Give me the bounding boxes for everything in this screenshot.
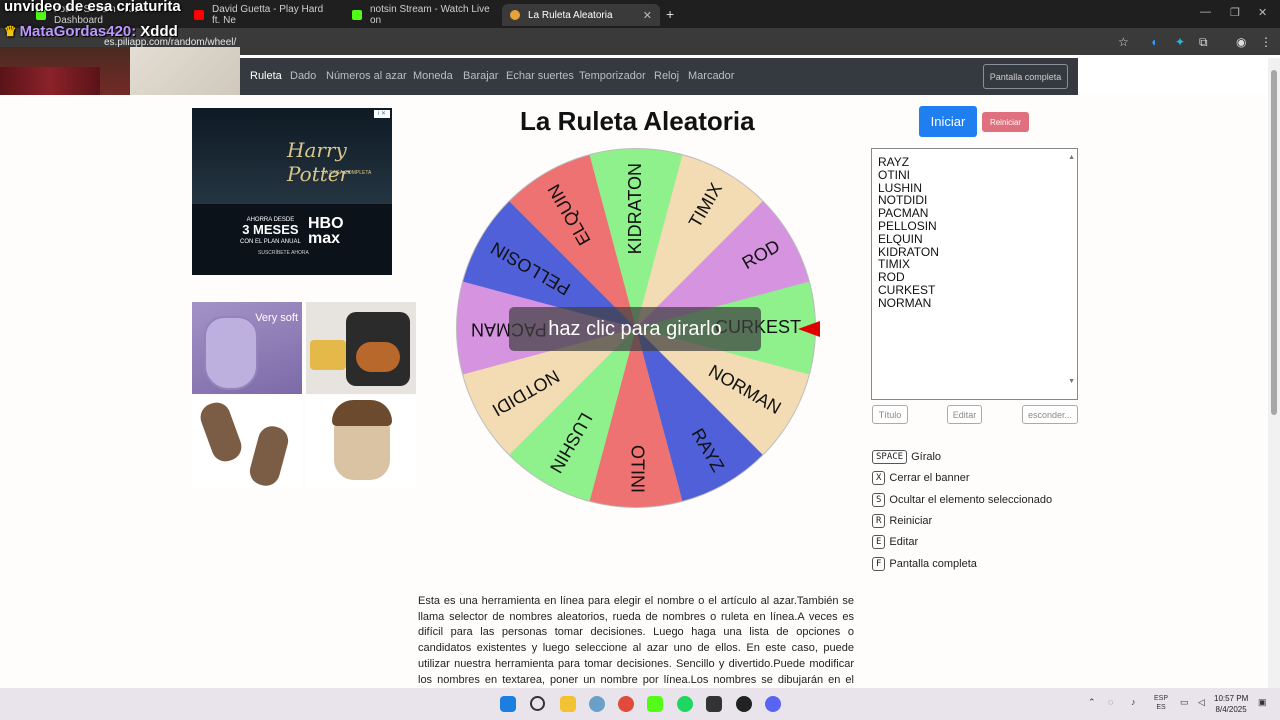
spotify-icon[interactable] xyxy=(677,696,693,712)
scroll-up-icon[interactable]: ▲ xyxy=(1068,152,1075,165)
bookmark-star-icon[interactable]: ☆ xyxy=(1118,35,1129,49)
scrollbar-thumb[interactable] xyxy=(1271,70,1277,415)
tab-label: David Guetta - Play Hard ft. Ne xyxy=(212,4,324,26)
shortcut-f: F Pantalla completa xyxy=(872,557,977,571)
chat-overlay: ♛ MataGordas420: Xddd xyxy=(4,23,178,40)
ad-offer: AHORRA DESDE 3 MESES CON EL PLAN ANUAL xyxy=(240,217,301,245)
nav-temporizador[interactable]: Temporizador xyxy=(579,70,646,82)
hbo-max-logo: HBO max xyxy=(308,215,344,247)
nav-ruleta[interactable]: Ruleta xyxy=(250,70,282,82)
network-icon[interactable]: ▭ xyxy=(1180,697,1189,708)
file-explorer-icon[interactable] xyxy=(560,696,576,712)
scroll-down-icon[interactable]: ▼ xyxy=(1068,376,1075,389)
edit-button[interactable]: Editar xyxy=(947,405,982,424)
shortcut-x: X Cerrar el banner xyxy=(872,471,970,485)
close-window-icon[interactable]: ✕ xyxy=(1258,6,1267,19)
name-line: RAYZ xyxy=(878,155,910,169)
ad-choices-icon[interactable]: i ✕ xyxy=(374,110,390,118)
tab-ruleta[interactable]: La Ruleta Aleatoria ✕ xyxy=(502,4,660,26)
name-line: NORMAN xyxy=(878,295,932,310)
wheel-favicon-icon xyxy=(510,10,520,20)
wheel-pointer-icon xyxy=(798,321,820,337)
shortcut-s: S Ocultar el elemento seleccionado xyxy=(872,493,1052,507)
tab-label: La Ruleta Aleatoria xyxy=(528,9,613,21)
chat-message: Xddd xyxy=(140,23,178,40)
profile-icon[interactable]: ◉ xyxy=(1236,35,1246,49)
ad-product-cats[interactable] xyxy=(192,396,302,488)
ad-title: Harry Potter xyxy=(287,138,350,186)
nav-barajar[interactable]: Barajar xyxy=(463,70,498,82)
start-menu-icon[interactable] xyxy=(500,696,516,712)
youtube-icon xyxy=(194,10,204,20)
translate-icon[interactable]: ✦ xyxy=(1175,35,1185,49)
nav-numeros[interactable]: Números al azar xyxy=(326,70,407,82)
ad-product-airfryer[interactable] xyxy=(306,302,416,394)
wheel-segment-label: OTINI xyxy=(627,445,647,493)
edge-icon[interactable] xyxy=(589,696,605,712)
discord-icon[interactable] xyxy=(765,696,781,712)
new-tab-icon[interactable]: + xyxy=(666,6,674,22)
maximize-icon[interactable]: ❐ xyxy=(1230,6,1240,19)
tab-label: notsin Stream - Watch Live on xyxy=(370,4,490,26)
nav-echar-suertes[interactable]: Echar suertes xyxy=(506,70,574,82)
menu-icon[interactable]: ⋮ xyxy=(1260,35,1272,49)
mic-icon[interactable]: ♪ xyxy=(1131,697,1136,707)
extension-icon[interactable]: ◖ xyxy=(1150,35,1157,49)
volume-icon[interactable]: ◁ xyxy=(1198,697,1205,708)
ad-product-dog[interactable] xyxy=(306,396,416,488)
notification-icon[interactable]: ▣ xyxy=(1258,697,1267,708)
close-tab-icon[interactable]: ✕ xyxy=(643,9,652,22)
hide-button[interactable]: esconder... xyxy=(1022,405,1078,424)
fullscreen-button[interactable]: Pantalla completa xyxy=(983,64,1068,89)
nav-moneda[interactable]: Moneda xyxy=(413,70,453,82)
name-line: TIMIX xyxy=(878,257,910,272)
tray-app-icon[interactable]: ◌ xyxy=(1108,697,1113,707)
puzzle-icon[interactable]: ⧉ xyxy=(1199,35,1208,50)
obs-icon[interactable] xyxy=(736,696,752,712)
chrome-icon[interactable] xyxy=(618,696,634,712)
kick-icon xyxy=(352,10,362,20)
shortcut-r: R Reiniciar xyxy=(872,514,932,528)
name-line: PELLOSIN xyxy=(878,218,937,233)
crown-icon: ♛ xyxy=(4,23,17,39)
names-textarea[interactable]: ▲ ▼ RAYZ OTINI LUSHIN NOTDIDI PACMAN PELLOSIN… xyxy=(871,148,1078,400)
ad-subtitle: LA SAGA COMPLETA xyxy=(322,170,372,176)
chat-username: MataGordas420: xyxy=(19,23,137,40)
ad-product-label: Very soft xyxy=(255,312,298,324)
kick-app-icon[interactable] xyxy=(647,696,663,712)
nav-dado[interactable]: Dado xyxy=(290,70,316,82)
start-button[interactable]: Iniciar xyxy=(919,106,977,137)
stream-title-overlay: unvideo de esa criaturita xyxy=(4,0,181,15)
title-button[interactable]: Título xyxy=(872,405,908,424)
tab-youtube[interactable]: David Guetta - Play Hard ft. Ne xyxy=(186,4,341,26)
shortcut-space: SPACE Gíralo xyxy=(872,450,941,464)
name-line: CURKEST xyxy=(878,282,936,297)
ad-product-slippers[interactable]: Very soft xyxy=(192,302,302,394)
ad-cta[interactable]: SUSCRÍBETE AHORA xyxy=(258,250,309,256)
terminal-icon[interactable] xyxy=(706,696,722,712)
shortcut-e: E Editar xyxy=(872,535,918,549)
name-line: OTINI xyxy=(878,167,910,182)
spin-hint[interactable]: haz clic para girarlo xyxy=(509,307,761,351)
reset-button[interactable]: Reiniciar xyxy=(982,112,1029,132)
tray-chevron-icon[interactable]: ⌃ xyxy=(1088,697,1096,708)
nav-marcador[interactable]: Marcador xyxy=(688,70,734,82)
tab-kick-live[interactable]: notsin Stream - Watch Live on xyxy=(344,4,499,26)
clock[interactable]: 10:57 PM 8/4/2025 xyxy=(1214,693,1248,715)
name-line: ELQUIN xyxy=(878,231,923,246)
nav-reloj[interactable]: Reloj xyxy=(654,70,679,82)
language-indicator[interactable]: ESP ES xyxy=(1154,694,1168,712)
page-title: La Ruleta Aleatoria xyxy=(520,106,755,136)
wheel-segment-label: KIDRATON xyxy=(625,163,645,254)
search-icon[interactable] xyxy=(530,696,545,711)
minimize-icon[interactable]: — xyxy=(1200,6,1211,18)
hbo-max-ad[interactable]: Harry Potter LA SAGA COMPLETA AHORRA DES… xyxy=(192,108,392,275)
